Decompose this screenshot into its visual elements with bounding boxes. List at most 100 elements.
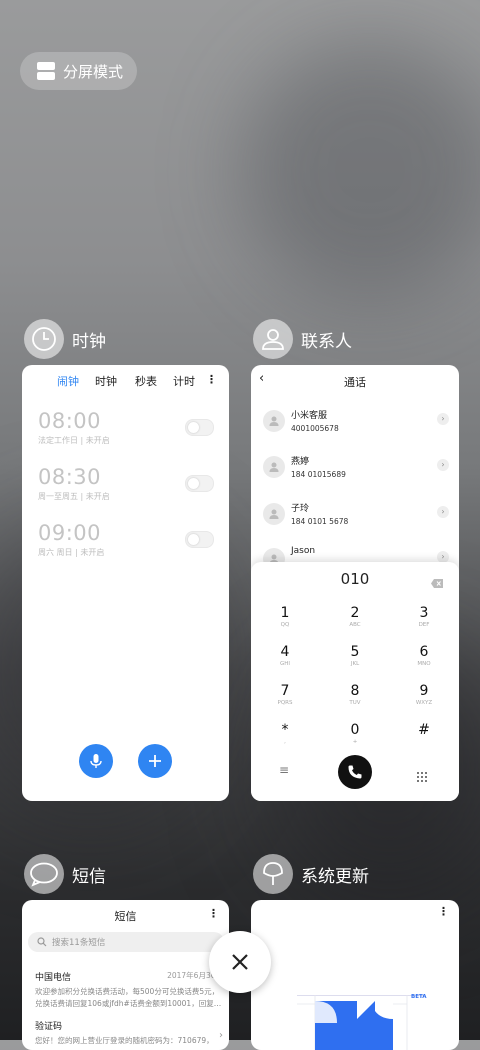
chat-bubble-icon (24, 854, 64, 894)
dial-key-letters: GHI (279, 661, 291, 667)
menu-icon[interactable]: ≡ (279, 763, 289, 777)
clear-all-button[interactable] (209, 931, 271, 993)
dial-key-digit: 7 (280, 683, 290, 699)
dial-key[interactable]: 2 ABC (335, 605, 375, 629)
message-item[interactable]: 中国电信 2017年6月30日 欢迎参加积分兑换话费活动，每500分可兑换话费5… (35, 970, 223, 1009)
update-app-header[interactable]: 系统更新 (253, 854, 369, 894)
phone-icon (348, 765, 362, 779)
dial-key-letters: TUV (349, 700, 361, 706)
message-preview: 欢迎参加积分兑换话费活动，每500分可兑换话费5元， (35, 987, 220, 996)
dial-key-digit: 2 (350, 605, 360, 621)
sms-card[interactable]: 短信 ⋮ 搜索11条短信 中国电信 2017年6月30日 欢迎参加积分兑换话费活… (22, 900, 229, 1050)
chevron-right-icon[interactable]: › (219, 1030, 223, 1041)
contact-name: 子玲 (291, 504, 310, 514)
contact-item[interactable]: 燕婷 184 01015689 (263, 454, 346, 479)
dial-key-digit: 1 (280, 605, 290, 621)
alarm-item[interactable]: 08:00 法定工作日 | 未开启 (38, 409, 110, 446)
alarm-detail: 周一至周五 | 未开启 (38, 492, 110, 501)
call-button[interactable] (338, 755, 372, 789)
contacts-card[interactable]: ‹ 通话 小米客服 4001005678 › 燕婷 184 01015689 › 子… (251, 365, 459, 801)
alarm-item[interactable]: 08:30 周一至周五 | 未开启 (38, 465, 110, 502)
microphone-icon (90, 754, 102, 768)
tab-alarm[interactable]: 闹钟 (57, 373, 79, 389)
update-illustration: BETA (297, 994, 427, 1050)
alarm-detail: 法定工作日 | 未开启 (38, 436, 110, 445)
alarm-time: 08:00 (38, 409, 102, 433)
more-menu-icon[interactable]: ⋮ (206, 373, 217, 386)
chevron-right-icon[interactable]: › (437, 506, 449, 518)
dial-key-letters: , (284, 739, 286, 745)
contact-name: 小米客服 (291, 411, 328, 421)
backspace-icon[interactable] (431, 573, 443, 592)
contact-number: 4001005678 (291, 424, 339, 433)
chevron-right-icon[interactable]: › (437, 413, 449, 425)
dial-key-digit: 6 (419, 644, 429, 660)
clock-card[interactable]: 闹钟 时钟 秒表 计时 ⋮ 08:00 法定工作日 | 未开启 08:30 周一… (22, 365, 229, 801)
dial-key-letters: JKL (350, 661, 360, 667)
dial-key-digit: 5 (350, 644, 360, 660)
clock-tabs: 闹钟 时钟 秒表 计时 ⋮ (22, 373, 229, 389)
dial-input[interactable]: 010 (251, 570, 459, 588)
person-icon (253, 319, 293, 359)
dial-key[interactable]: 1 QQ (265, 605, 305, 629)
dial-key-letters: WXYZ (415, 700, 433, 706)
dial-key-digit: * (281, 722, 289, 738)
plus-icon (149, 755, 161, 767)
message-preview: 您好！您的网上营业厅登录的随机密码为：710679，有 (35, 1036, 211, 1045)
alarm-toggle[interactable] (185, 475, 214, 492)
dial-key[interactable]: 7 PQRS (265, 683, 305, 707)
avatar (263, 503, 285, 525)
dial-key[interactable]: 3 DEF (404, 605, 444, 629)
dialpad: 010 1 QQ 2 ABC 3 DEF 4 GHI 5 JKL 6 MNO 7 PQRS 8 TUV 9 WXY… (251, 562, 459, 801)
alarm-item[interactable]: 09:00 周六 周日 | 未开启 (38, 521, 104, 558)
tab-timer[interactable]: 计时 (173, 373, 195, 389)
sms-app-name: 短信 (72, 866, 106, 887)
update-card[interactable]: ⋮ BETA (251, 900, 459, 1050)
search-icon (37, 937, 47, 947)
keypad-toggle-icon[interactable] (417, 767, 427, 786)
avatar (263, 456, 285, 478)
contact-item[interactable]: 小米客服 4001005678 (263, 408, 339, 433)
message-preview: 兑换话费请回复106或jfdh#话费金额到10001，回复… (35, 999, 222, 1008)
contact-name: Jason (291, 546, 316, 556)
dial-key[interactable]: *, (265, 722, 305, 746)
contact-item[interactable]: 子玲 184 0101 5678 (263, 501, 348, 526)
alarm-toggle[interactable] (185, 531, 214, 548)
message-item[interactable]: 验证码 您好！您的网上营业厅登录的随机密码为：710679，有 › (35, 1019, 223, 1046)
dial-key[interactable]: 6 MNO (404, 644, 444, 668)
dial-key-letters (404, 739, 444, 746)
split-screen-label: 分屏模式 (63, 62, 124, 81)
tab-clock[interactable]: 时钟 (95, 373, 117, 389)
split-screen-button[interactable]: 分屏模式 (20, 52, 137, 90)
dial-key-letters: ABC (349, 622, 361, 628)
more-menu-icon[interactable]: ⋮ (438, 905, 449, 918)
update-app-name: 系统更新 (301, 866, 369, 887)
dial-key[interactable]: 0 + (335, 722, 375, 746)
more-menu-icon[interactable]: ⋮ (208, 907, 219, 920)
sms-title: 短信 (114, 910, 137, 923)
voice-alarm-button[interactable] (79, 744, 113, 778)
close-icon (232, 954, 248, 970)
dial-key-letters: + (352, 739, 358, 745)
add-alarm-button[interactable] (138, 744, 172, 778)
contact-number: 184 0101 5678 (291, 517, 349, 526)
dial-key[interactable]: 8 TUV (335, 683, 375, 707)
clock-app-header[interactable]: 时钟 (24, 319, 106, 359)
sms-search-input[interactable]: 搜索11条短信 (28, 932, 224, 952)
clock-app-name: 时钟 (72, 331, 106, 352)
contacts-app-header[interactable]: 联系人 (253, 319, 352, 359)
sms-app-header[interactable]: 短信 (24, 854, 106, 894)
dial-key[interactable]: # (404, 722, 444, 746)
dial-key[interactable]: 5 JKL (335, 644, 375, 668)
alarm-toggle[interactable] (185, 419, 214, 436)
chevron-right-icon[interactable]: › (437, 459, 449, 471)
dial-key-digit: 0 (350, 722, 360, 738)
dial-key[interactable]: 4 GHI (265, 644, 305, 668)
tab-stopwatch[interactable]: 秒表 (135, 373, 157, 389)
alarm-time: 09:00 (38, 521, 102, 545)
contacts-title: 通话 (344, 376, 366, 389)
contact-number: 184 01015689 (291, 470, 346, 479)
contact-name: 燕婷 (291, 457, 310, 467)
dial-key[interactable]: 9 WXYZ (404, 683, 444, 707)
split-screen-icon (37, 62, 55, 80)
